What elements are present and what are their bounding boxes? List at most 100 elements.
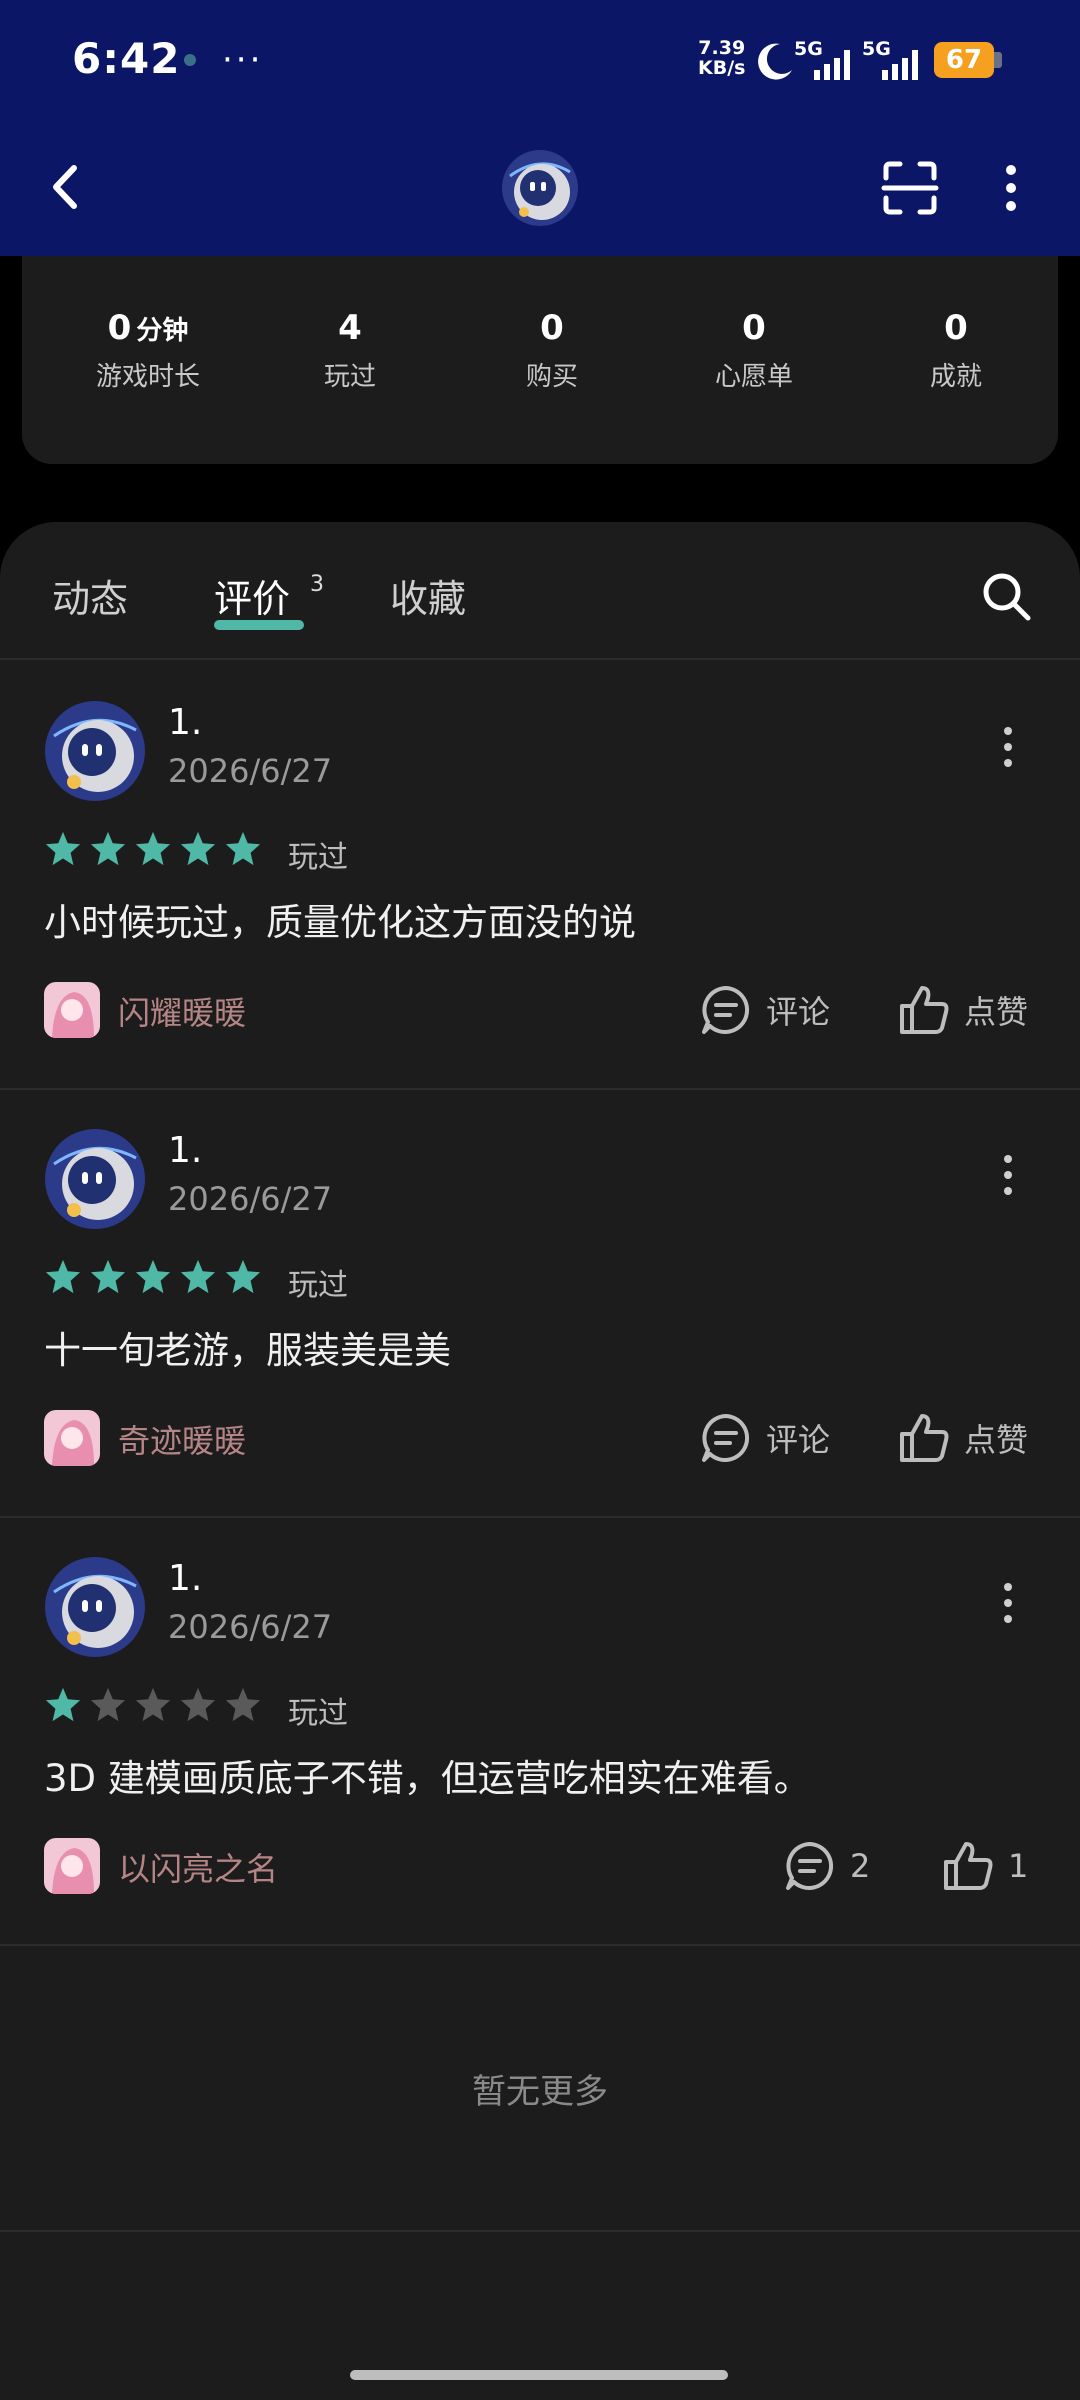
status-more-icon: ··· [222,40,264,80]
stat-play-time[interactable]: 0 分钟 游戏时长 [48,308,248,393]
star-icon [45,1259,81,1294]
more-vertical-icon[interactable] [996,1578,1020,1628]
divider [0,2230,1080,2232]
review-author[interactable]: 1. [168,1558,202,1599]
comment-button[interactable]: 2 [782,1838,870,1894]
tab-reviews-count: 3 [310,572,324,597]
top-bar: 6:42 ··· 7.39 KB/s 5G 5G 67 [0,0,1080,256]
game-name[interactable]: 以闪亮之名 [118,1844,278,1890]
stat-achievements[interactable]: 0 成就 [856,308,1056,393]
like-button[interactable]: 点赞 [896,1410,1028,1466]
like-label: 点赞 [964,1421,1029,1459]
thumbs-up-icon [900,986,949,1034]
game-name[interactable]: 奇迹暖暖 [118,1416,246,1462]
screen: 6:42 ··· 7.39 KB/s 5G 5G 67 0 分钟 游戏时长 4 … [0,0,1080,2400]
comment-label: 2 [850,1847,871,1885]
stat-label: 心愿单 [714,362,793,392]
more-vertical-icon[interactable] [996,722,1020,772]
rating-stars [44,1258,262,1296]
more-vertical-icon[interactable] [996,160,1026,216]
star-icon [90,831,126,866]
review-author[interactable]: 1. [168,702,202,743]
review-date: 2026/6/27 [168,1180,333,1218]
stat-value: 0 [944,308,968,348]
review-author[interactable]: 1. [168,1130,202,1171]
stat-played[interactable]: 4 玩过 [250,308,450,393]
avatar[interactable] [500,148,580,228]
battery-indicator: 67 [934,42,994,78]
comment-icon [786,1842,834,1890]
star-icon [45,1687,81,1722]
status-time: 6:42 [72,34,181,83]
review-date: 2026/6/27 [168,752,333,790]
game-icon[interactable] [44,1838,100,1894]
review-text[interactable]: 十一旬老游，服装美是美 [44,1320,451,1374]
tab-activity[interactable]: 动态 [52,568,128,623]
stat-label: 购买 [525,362,578,392]
star-icon [45,831,81,866]
game-icon[interactable] [44,982,100,1038]
review-text[interactable]: 3D 建模画质底子不错，但运营吃相实在难看。 [44,1748,811,1802]
like-label: 1 [1008,1847,1029,1885]
thumbs-up-icon [944,1842,993,1890]
comment-label: 评论 [766,1421,831,1459]
star-icon [180,1687,216,1722]
star-icon [90,1687,126,1722]
stat-purchased[interactable]: 0 购买 [452,308,652,393]
stat-value: 0 [540,308,564,348]
star-icon [135,831,171,866]
rating-stars [44,1686,262,1724]
stat-unit: 分钟 [136,316,189,346]
signal-icon: 5G [862,38,918,84]
stat-wishlist[interactable]: 0 心愿单 [654,308,854,393]
comment-icon [702,1414,750,1462]
tab-reviews[interactable]: 评价 [214,568,290,623]
home-indicator[interactable] [350,2370,728,2380]
comment-icon [702,986,750,1034]
review-item: 1. 2026/6/27 玩过 小时候玩过，质量优化这方面没的说 闪耀暖暖 评论 [0,660,1080,1088]
like-button[interactable]: 1 [940,1838,1028,1894]
like-label: 点赞 [964,993,1029,1031]
stat-value: 4 [338,308,362,348]
star-icon [180,1259,216,1294]
scan-button[interactable] [880,158,940,218]
content-panel: 动态 评价 3 收藏 1. 2026/6/27 玩过 小时候玩过，质量优化这方面… [0,522,1080,2400]
avatar[interactable] [44,1128,146,1230]
review-text[interactable]: 小时候玩过，质量优化这方面没的说 [44,892,636,946]
comment-button[interactable]: 评论 [698,1410,830,1466]
notification-dot-icon [184,54,196,66]
star-icon [225,831,261,866]
stat-label: 成就 [929,362,982,392]
back-button[interactable] [40,160,94,214]
review-date: 2026/6/27 [168,1608,333,1646]
stat-value: 0 [742,308,766,348]
star-icon [225,1259,261,1294]
tab-favorites[interactable]: 收藏 [390,568,466,623]
battery-cap [994,52,1002,68]
game-icon[interactable] [44,1410,100,1466]
no-more-text: 暂无更多 [472,2072,608,2112]
comment-label: 评论 [766,993,831,1031]
review-status: 玩过 [288,1696,348,1731]
star-icon [180,831,216,866]
network-speed-unit: KB/s [698,57,746,79]
moon-icon [758,43,792,80]
star-icon [225,1687,261,1722]
search-icon[interactable] [980,570,1034,624]
more-vertical-icon[interactable] [996,1150,1020,1200]
comment-button[interactable]: 评论 [698,982,830,1038]
avatar[interactable] [44,700,146,802]
network-speed-value: 7.39 [698,37,746,59]
thumbs-up-icon [900,1414,949,1462]
network-speed: 7.39 KB/s [698,38,745,78]
review-status: 玩过 [288,1268,348,1303]
signal-icon: 5G [794,38,850,84]
game-name[interactable]: 闪耀暖暖 [118,988,246,1034]
review-status: 玩过 [288,840,348,875]
stat-value: 0 [107,308,132,348]
stat-label: 玩过 [323,362,376,392]
like-button[interactable]: 点赞 [896,982,1028,1038]
avatar[interactable] [44,1556,146,1658]
star-icon [135,1259,171,1294]
rating-stars [44,830,262,868]
